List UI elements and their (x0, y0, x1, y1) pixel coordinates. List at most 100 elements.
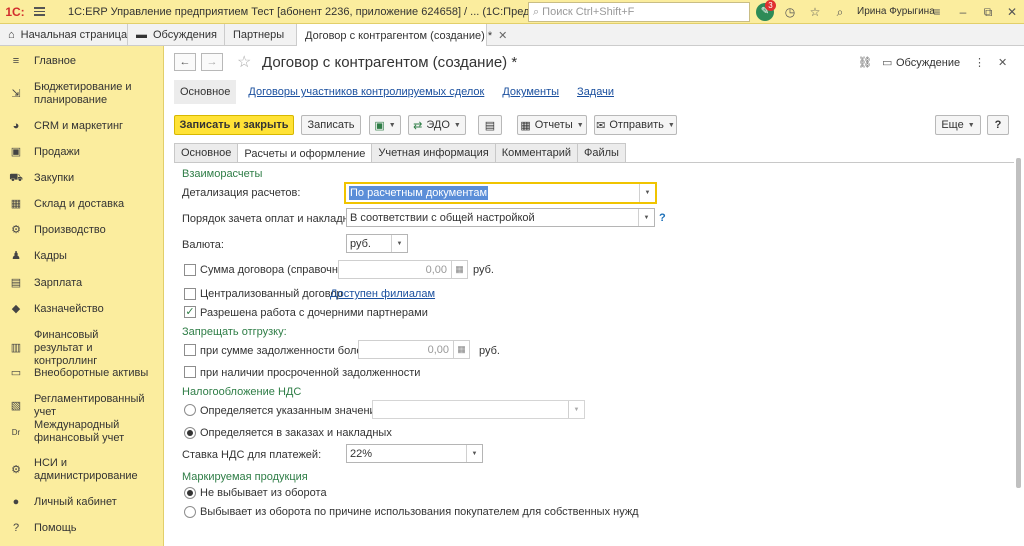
vat-value-select[interactable]: ▼ (372, 400, 585, 419)
offset-select[interactable]: В соответствии с общей настройкой ▼ (346, 208, 655, 227)
search-history-icon[interactable]: ⌕ (832, 4, 848, 20)
app-title: 1C:ERP Управление предприятием Тест [або… (68, 5, 575, 18)
chevron-down-icon: ▼ (667, 121, 675, 129)
close-window-icon[interactable]: ✕ (1004, 4, 1020, 20)
section-controlled-deals[interactable]: Договоры участников контролируемых сдело… (242, 80, 490, 104)
tab-partners[interactable]: Партнеры (225, 24, 297, 46)
tab-home[interactable]: ⌂ Начальная страница (0, 24, 128, 46)
tab-files[interactable]: Файлы (577, 143, 626, 162)
form-tabs: Основное Расчеты и оформление Учетная ин… (174, 143, 626, 163)
favorites-icon[interactable]: ☆ (807, 4, 823, 20)
section-tasks[interactable]: Задачи (571, 80, 620, 104)
discussion-icon[interactable]: ▭ (882, 56, 892, 69)
chevron-down-icon[interactable]: ▼ (639, 184, 655, 202)
amount-checkbox[interactable] (184, 264, 196, 276)
back-button[interactable]: ← (174, 53, 196, 71)
send-button[interactable]: ✉ Отправить ▼ (594, 115, 677, 135)
marked-option-retired-label: Выбывает из оборота по причине использов… (200, 506, 639, 518)
sidebar-item-help[interactable]: ? Помощь (0, 522, 77, 535)
overdue-checkbox[interactable] (184, 366, 196, 378)
tab-comment[interactable]: Комментарий (494, 143, 579, 162)
link-icon[interactable]: ⛓ (858, 56, 872, 69)
marked-option-not-retired[interactable] (184, 487, 196, 499)
print-button[interactable]: ▤ (478, 115, 502, 135)
vat-option-fixed[interactable] (184, 404, 196, 416)
chevron-down-icon[interactable]: ▼ (568, 401, 584, 418)
calculator-icon[interactable]: ▦ (453, 341, 469, 358)
discussion-link[interactable]: Обсуждение (896, 57, 960, 69)
sidebar-item-ifrs[interactable]: Dr Международный финансовый учет (0, 419, 150, 445)
menu-icon: ≡ (12, 55, 20, 67)
centralized-checkbox[interactable] (184, 288, 196, 300)
more-vert-icon[interactable]: ⋮ (974, 56, 985, 69)
tab-settlements[interactable]: Расчеты и оформление (237, 143, 373, 163)
sidebar-item-account[interactable]: ● Личный кабинет (0, 496, 117, 509)
main-menu-icon[interactable] (30, 0, 50, 24)
sidebar-item-assets[interactable]: ▭ Внеоборотные активы (0, 367, 148, 380)
chevron-down-icon[interactable]: ▼ (638, 209, 654, 226)
subsidiaries-checkbox[interactable]: ✓ (184, 306, 196, 318)
tab-accounting-info[interactable]: Учетная информация (371, 143, 496, 162)
chevron-down-icon[interactable]: ▼ (391, 235, 407, 252)
subsidiaries-label: Разрешена работа с дочерними партнерами (200, 307, 428, 319)
sidebar-item-sales[interactable]: ▣ Продажи (0, 146, 80, 159)
sidebar-item-budgeting[interactable]: ⇲ Бюджетирование и планирование (0, 81, 150, 107)
branches-link[interactable]: Доступен филиалам (330, 288, 435, 300)
close-form-icon[interactable]: ✕ (998, 56, 1007, 69)
marked-option-retired[interactable] (184, 506, 196, 518)
sidebar-item-salary[interactable]: ▤ Зарплата (0, 277, 82, 290)
chevron-down-icon[interactable]: ▼ (466, 445, 482, 462)
detail-select[interactable]: По расчетным документам ▼ (344, 182, 657, 204)
salary-icon: ▤ (10, 277, 22, 289)
sidebar-item-personnel[interactable]: ♟ Кадры (0, 250, 67, 263)
edo-button[interactable]: ⇄ ЭДО ▼ (408, 115, 466, 135)
forward-button[interactable]: → (201, 53, 223, 71)
favorite-star-icon[interactable]: ☆ (237, 52, 251, 72)
calculator-icon[interactable]: ▦ (451, 261, 467, 278)
vat-rate-select[interactable]: 22% ▼ (346, 444, 483, 463)
save-and-close-button[interactable]: Записать и закрыть (174, 115, 294, 135)
sidebar-item-admin[interactable]: ⚙ НСИ и администрирование (0, 457, 150, 483)
personnel-icon: ♟ (11, 250, 21, 262)
help-question-icon[interactable]: ? (659, 212, 666, 224)
reports-button[interactable]: ▦ Отчеты ▼ (517, 115, 587, 135)
vat-option-orders[interactable] (184, 427, 196, 439)
finance-icon: ▥ (10, 342, 22, 354)
tab-discussions[interactable]: ▬ Обсуждения (128, 24, 225, 46)
user-name[interactable]: Ирина Фурыгина (857, 6, 935, 17)
save-button[interactable]: Записать (301, 115, 361, 135)
sidebar-item-main[interactable]: ≡ Главное (0, 55, 76, 68)
settings-icon: ⚙ (11, 463, 21, 476)
sidebar-item-crm[interactable]: ◕ CRM и маркетинг (0, 120, 123, 133)
close-tab-icon[interactable]: ✕ (498, 29, 507, 42)
more-button[interactable]: Еще ▼ (935, 115, 981, 135)
section-documents[interactable]: Документы (496, 80, 565, 104)
restore-icon[interactable]: ⧉ (980, 4, 996, 20)
detail-label: Детализация расчетов: (182, 187, 301, 199)
centralized-label: Централизованный договор (200, 288, 343, 300)
group-shipment-ban-title: Запрещать отгрузку: (182, 326, 287, 338)
global-search-input[interactable]: ⌕ Поиск Ctrl+Shift+F (528, 2, 750, 22)
minimize-icon[interactable]: ‒ (955, 4, 971, 20)
tab-contract[interactable]: Договор с контрагентом (создание) * ✕ (297, 24, 507, 47)
sidebar-item-treasury[interactable]: ◆ Казначейство (0, 303, 104, 316)
create-based-on-button[interactable]: ▣ ▼ (369, 115, 401, 135)
history-icon[interactable]: ◷ (782, 4, 798, 20)
settings-menu-icon[interactable]: ≡ (929, 4, 945, 20)
help-button[interactable]: ? (987, 115, 1009, 135)
scrollbar-thumb[interactable] (1016, 158, 1021, 488)
currency-select[interactable]: руб. ▼ (346, 234, 408, 253)
amount-input[interactable]: 0,00 ▦ (338, 260, 468, 279)
document-icon: ▤ (484, 119, 496, 132)
assets-icon: ▭ (10, 367, 22, 379)
tab-main[interactable]: Основное (174, 143, 239, 162)
section-main[interactable]: Основное (174, 80, 237, 104)
debt-input[interactable]: 0,00 ▦ (358, 340, 470, 359)
sidebar-item-finance[interactable]: ▥ Финансовый результат и контроллинг (0, 329, 150, 368)
sidebar-item-purchases[interactable]: ⛟ Закупки (0, 172, 74, 185)
marked-option-not-retired-label: Не выбывает из оборота (200, 487, 327, 499)
sidebar-item-warehouse[interactable]: ▦ Склад и доставка (0, 198, 124, 211)
sidebar-item-accounting[interactable]: ▧ Регламентированный учет (0, 393, 163, 419)
sidebar-item-production[interactable]: ⚙ Производство (0, 224, 106, 237)
debt-checkbox[interactable] (184, 344, 196, 356)
